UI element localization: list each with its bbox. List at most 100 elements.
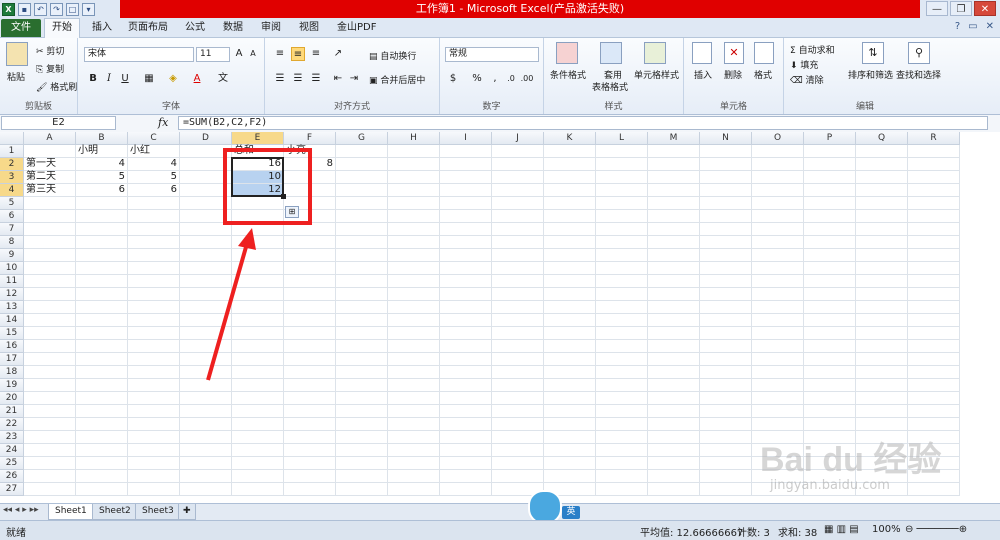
cell-j5[interactable]	[492, 197, 544, 210]
cell-p3[interactable]	[804, 171, 856, 184]
cell-q3[interactable]	[856, 171, 908, 184]
cell-h7[interactable]	[388, 223, 440, 236]
cell-b10[interactable]	[76, 262, 128, 275]
cell-j21[interactable]	[492, 405, 544, 418]
cell-b14[interactable]	[76, 314, 128, 327]
cell-f15[interactable]	[284, 327, 336, 340]
row-header-22[interactable]: 22	[0, 418, 24, 431]
cell-o5[interactable]	[752, 197, 804, 210]
cell-i4[interactable]	[440, 184, 492, 197]
cell-o3[interactable]	[752, 171, 804, 184]
column-header-a[interactable]: A	[24, 132, 76, 145]
cell-r12[interactable]	[908, 288, 960, 301]
cell-b3[interactable]: 5	[76, 171, 128, 184]
row-header-7[interactable]: 7	[0, 223, 24, 236]
cell-n14[interactable]	[700, 314, 752, 327]
close-icon[interactable]: ✕	[974, 1, 996, 16]
cell-f13[interactable]	[284, 301, 336, 314]
cell-n22[interactable]	[700, 418, 752, 431]
cell-f2[interactable]: 8	[284, 158, 336, 171]
cell-a6[interactable]	[24, 210, 76, 223]
row-header-4[interactable]: 4	[0, 184, 24, 197]
row-header-24[interactable]: 24	[0, 444, 24, 457]
row-header-17[interactable]: 17	[0, 353, 24, 366]
cell-i13[interactable]	[440, 301, 492, 314]
cell-c4[interactable]: 6	[128, 184, 180, 197]
select-all-corner[interactable]	[0, 132, 24, 145]
cell-n15[interactable]	[700, 327, 752, 340]
cell-d8[interactable]	[180, 236, 232, 249]
close-workbook-icon[interactable]: ✕	[986, 21, 994, 32]
cell-q14[interactable]	[856, 314, 908, 327]
cell-m21[interactable]	[648, 405, 700, 418]
cell-h27[interactable]	[388, 483, 440, 496]
cell-o13[interactable]	[752, 301, 804, 314]
cell-r17[interactable]	[908, 353, 960, 366]
font-color-icon[interactable]: A	[190, 72, 204, 86]
cell-j11[interactable]	[492, 275, 544, 288]
cell-e27[interactable]	[232, 483, 284, 496]
underline-icon[interactable]: U	[118, 72, 132, 86]
cell-i25[interactable]	[440, 457, 492, 470]
row-header-12[interactable]: 12	[0, 288, 24, 301]
cell-h20[interactable]	[388, 392, 440, 405]
cell-n16[interactable]	[700, 340, 752, 353]
clear-button[interactable]: ⌫ 清除	[790, 73, 824, 86]
cell-g23[interactable]	[336, 431, 388, 444]
cell-i16[interactable]	[440, 340, 492, 353]
cell-n1[interactable]	[700, 145, 752, 158]
cell-g5[interactable]	[336, 197, 388, 210]
cell-n27[interactable]	[700, 483, 752, 496]
font-size-select[interactable]: 11	[196, 47, 230, 62]
cell-m26[interactable]	[648, 470, 700, 483]
cell-l9[interactable]	[596, 249, 648, 262]
cell-c15[interactable]	[128, 327, 180, 340]
align-left-icon[interactable]: ☰	[273, 72, 287, 86]
column-header-r[interactable]: R	[908, 132, 960, 145]
cell-c14[interactable]	[128, 314, 180, 327]
cell-e22[interactable]	[232, 418, 284, 431]
paste-button[interactable]: 粘贴	[7, 70, 25, 83]
cell-l15[interactable]	[596, 327, 648, 340]
cell-j13[interactable]	[492, 301, 544, 314]
cell-q20[interactable]	[856, 392, 908, 405]
cell-b22[interactable]	[76, 418, 128, 431]
cell-i3[interactable]	[440, 171, 492, 184]
cell-f4[interactable]	[284, 184, 336, 197]
sheet-tab-1[interactable]: Sheet1	[48, 504, 94, 520]
cell-l25[interactable]	[596, 457, 648, 470]
cell-p11[interactable]	[804, 275, 856, 288]
cell-j10[interactable]	[492, 262, 544, 275]
sheet-nav-icon[interactable]: ◂◂ ◂ ▸ ▸▸	[3, 505, 39, 515]
cell-c5[interactable]	[128, 197, 180, 210]
cell-p16[interactable]	[804, 340, 856, 353]
cell-k14[interactable]	[544, 314, 596, 327]
cell-a20[interactable]	[24, 392, 76, 405]
cell-q10[interactable]	[856, 262, 908, 275]
cell-l12[interactable]	[596, 288, 648, 301]
column-header-q[interactable]: Q	[856, 132, 908, 145]
cell-d20[interactable]	[180, 392, 232, 405]
cell-c16[interactable]	[128, 340, 180, 353]
cell-m27[interactable]	[648, 483, 700, 496]
cell-n4[interactable]	[700, 184, 752, 197]
cell-styles-icon[interactable]	[644, 42, 666, 64]
cell-f21[interactable]	[284, 405, 336, 418]
cell-q21[interactable]	[856, 405, 908, 418]
cell-b16[interactable]	[76, 340, 128, 353]
cell-e9[interactable]	[232, 249, 284, 262]
column-header-n[interactable]: N	[700, 132, 752, 145]
normal-view-icon[interactable]: ▦ ▥ ▤	[824, 524, 859, 535]
cell-f24[interactable]	[284, 444, 336, 457]
cell-q16[interactable]	[856, 340, 908, 353]
cell-c26[interactable]	[128, 470, 180, 483]
cell-d21[interactable]	[180, 405, 232, 418]
cell-p7[interactable]	[804, 223, 856, 236]
cell-h21[interactable]	[388, 405, 440, 418]
cell-p20[interactable]	[804, 392, 856, 405]
decrease-decimal-icon[interactable]: .00	[520, 72, 534, 86]
cell-q7[interactable]	[856, 223, 908, 236]
tab-insert[interactable]: 插入	[92, 19, 112, 37]
cell-a16[interactable]	[24, 340, 76, 353]
cell-o7[interactable]	[752, 223, 804, 236]
